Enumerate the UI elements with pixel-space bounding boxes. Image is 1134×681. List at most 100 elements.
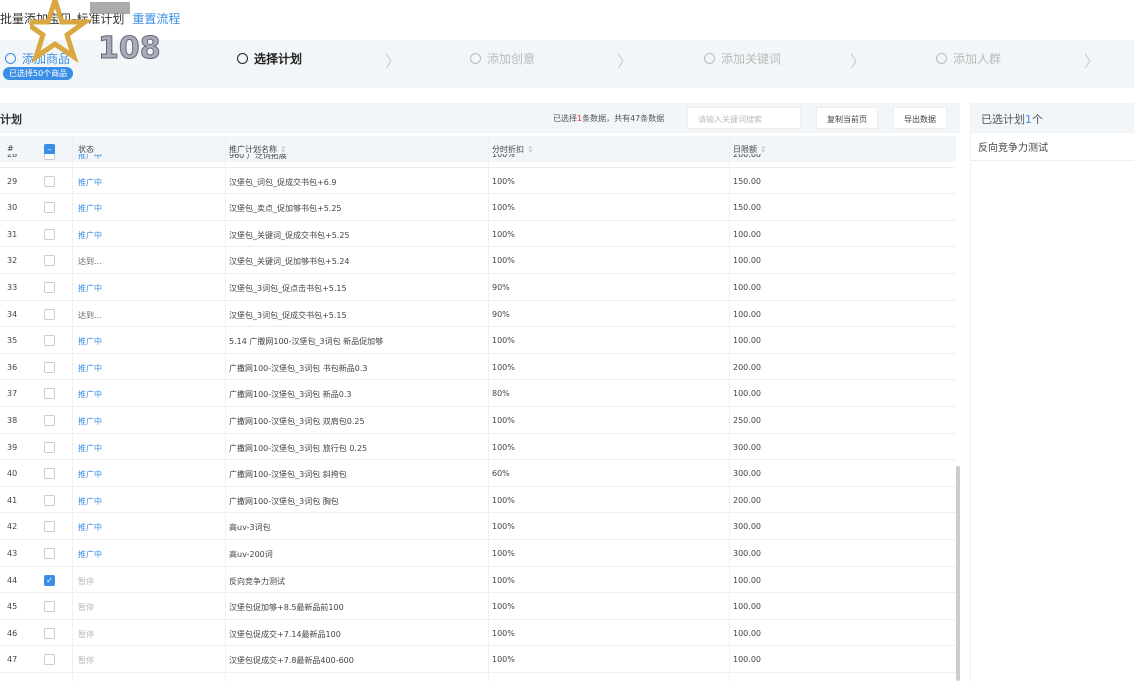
table-row[interactable]: 34 达到... 汉堡包_3词包_促成交书包+5.15 90% 100.00 — [0, 301, 956, 328]
table-row[interactable]: 42 推广中 高uv-3词包 100% 300.00 — [0, 513, 956, 540]
chevron-right-icon: 〉 — [385, 52, 402, 71]
row-discount: 100% — [492, 416, 515, 425]
table-row[interactable]: 44 ✓ 暂停 反向竞争力测试 100% 100.00 — [0, 567, 956, 594]
sort-icon[interactable]: ⇕ — [280, 145, 287, 154]
row-status: 推广中 — [78, 523, 102, 533]
row-checkbox[interactable] — [44, 335, 55, 347]
table-row[interactable]: 36 推广中 广撒网100-汉堡包_3词包 书包新品0.3 100% 200.00 — [0, 354, 956, 381]
table-row[interactable]: 32 达到... 汉堡包_关键词_促加够书包+5.24 100% 100.00 — [0, 247, 956, 274]
row-status: 推广中 — [78, 496, 102, 506]
copy-current-page-button[interactable]: 复制当前页 — [816, 107, 878, 129]
row-plan-name: 汉堡包_卖点_促加够书包+5.25 — [229, 204, 342, 214]
row-checkbox[interactable] — [44, 627, 55, 639]
table-row[interactable]: 31 推广中 汉堡包_关键词_促成交书包+5.25 100% 100.00 — [0, 221, 956, 248]
table-row[interactable]: 28 推广中 960 广泛词拓展 100% 200.00 — [0, 154, 956, 168]
row-status: 推广中 — [78, 550, 102, 559]
row-budget: 200.00 — [733, 362, 761, 372]
row-checkbox[interactable] — [44, 441, 55, 453]
export-data-button[interactable]: 导出数据 — [893, 107, 947, 129]
row-checkbox[interactable] — [44, 521, 55, 533]
row-index: 31 — [7, 229, 18, 239]
row-checkbox[interactable] — [44, 601, 55, 613]
row-budget: 300.00 — [733, 442, 761, 452]
row-checkbox[interactable] — [44, 282, 55, 293]
row-checkbox[interactable] — [44, 548, 55, 559]
row-checkbox[interactable] — [44, 415, 55, 426]
table-row[interactable]: 40 推广中 广撒网100-汉堡包_3词包 斜挎包 60% 300.00 — [0, 460, 956, 487]
circle-icon — [470, 53, 481, 64]
table-row[interactable]: 39 推广中 广撒网100-汉堡包_3词包 旅行包 0.25 100% 300.00 — [0, 434, 956, 461]
row-status: 推广中 — [78, 177, 102, 187]
row-checkbox[interactable] — [44, 175, 55, 187]
row-plan-name: 汉堡包_词包_促成交书包+6.9 — [229, 177, 337, 187]
row-index: 36 — [7, 362, 18, 372]
table-scrollbar[interactable] — [956, 466, 960, 681]
row-budget: 100.00 — [733, 628, 761, 638]
sort-icon[interactable]: ⇕ — [760, 145, 767, 154]
row-checkbox[interactable] — [44, 255, 55, 267]
row-plan-name: 汉堡包促加够+8.5最新品前100 — [229, 603, 344, 613]
row-status: 推广中 — [78, 204, 102, 214]
row-plan-name: 高uv-200词 — [229, 550, 273, 559]
table-row[interactable]: 29 推广中 汉堡包_词包_促成交书包+6.9 100% 150.00 — [0, 168, 956, 195]
row-discount: 100% — [492, 628, 515, 638]
plan-panel-header: 计划 已选择1条数据，共有47条数据 请输入关键词搜索 复制当前页 导出数据 — [0, 103, 960, 133]
row-checkbox[interactable] — [44, 361, 55, 373]
keyword-search-input[interactable]: 请输入关键词搜索 — [687, 107, 801, 129]
step-label: 添加创意 — [487, 52, 536, 66]
row-index: 39 — [7, 442, 18, 452]
row-index: 44 — [7, 575, 18, 585]
step-3[interactable]: 添加创意 — [470, 50, 535, 67]
selected-plan-item[interactable]: 反向竞争力测试 — [971, 133, 1134, 161]
row-checkbox[interactable] — [44, 494, 55, 506]
table-row[interactable]: 35 推广中 5.14 广撒网100-汉堡包_3词包 新品促加够 100% 100.00 — [0, 327, 956, 354]
selected-plans-panel: 已选计划1个 反向竞争力测试 — [970, 103, 1134, 681]
row-checkbox[interactable]: ✓ — [44, 574, 55, 586]
table-row[interactable]: 30 推广中 汉堡包_卖点_促加够书包+5.25 100% 150.00 — [0, 194, 956, 221]
selected-products-badge: 已选择50个商品 — [3, 67, 74, 80]
circle-icon — [936, 53, 947, 64]
table-row[interactable]: 33 推广中 汉堡包_3词包_促点击书包+5.15 90% 100.00 — [0, 274, 956, 301]
row-budget: 150.00 — [733, 203, 761, 213]
row-discount: 100% — [492, 655, 515, 665]
row-plan-name: 5.14 广撒网100-汉堡包_3词包 新品促加够 — [229, 337, 384, 347]
row-budget: 300.00 — [733, 549, 761, 558]
table-row[interactable]: 46 暂停 汉堡包促成交+7.14最新品100 100% 100.00 — [0, 620, 956, 647]
row-discount: 100% — [492, 362, 515, 372]
row-plan-name: 广撒网100-汉堡包_3词包 旅行包 0.25 — [229, 443, 368, 453]
column-divider — [225, 136, 226, 681]
step-label: 添加人群 — [953, 52, 1002, 66]
row-index: 40 — [7, 469, 18, 479]
row-checkbox[interactable] — [44, 202, 55, 214]
step-4[interactable]: 添加关键词 — [704, 50, 781, 67]
row-checkbox[interactable] — [44, 308, 55, 320]
row-index: 29 — [7, 176, 18, 186]
row-checkbox[interactable] — [44, 468, 55, 480]
sort-icon[interactable]: ⇕ — [527, 145, 534, 154]
table-row[interactable]: 43 推广中 高uv-200词 100% 300.00 — [0, 540, 956, 567]
row-plan-name: 广撒网100-汉堡包_3词包 书包新品0.3 — [229, 363, 368, 373]
table-row[interactable]: 47 暂停 汉堡包促成交+7.8最新品400-600 100% 100.00 — [0, 646, 956, 673]
row-status: 暂停 — [78, 656, 94, 666]
row-checkbox[interactable] — [44, 154, 55, 160]
table-row[interactable]: 37 推广中 广撒网100-汉堡包_3词包 新品0.3 80% 100.00 — [0, 380, 956, 407]
row-checkbox[interactable] — [44, 388, 55, 400]
row-budget: 200.00 — [733, 154, 761, 159]
step-2[interactable]: 选择计划 — [237, 50, 302, 67]
row-discount: 100% — [492, 256, 515, 266]
row-plan-name: 反向竞争力测试 — [229, 576, 285, 586]
column-divider — [729, 136, 730, 681]
row-checkbox[interactable] — [44, 228, 55, 240]
table-row[interactable]: 38 推广中 广撒网100-汉堡包_3词包 双肩包0.25 100% 250.00 — [0, 407, 956, 434]
row-discount: 90% — [492, 309, 510, 319]
table-row[interactable]: 41 推广中 广撒网100-汉堡包_3词包 胸包 100% 200.00 — [0, 487, 956, 514]
row-plan-name: 汉堡包_3词包_促点击书包+5.15 — [229, 284, 347, 293]
chevron-right-icon: 〉 — [850, 52, 867, 71]
step-5[interactable]: 添加人群 — [936, 50, 1001, 67]
row-checkbox[interactable] — [44, 654, 55, 666]
column-divider — [488, 136, 489, 681]
row-plan-name: 960 广泛词拓展 — [229, 154, 287, 160]
chevron-right-icon: 〉 — [617, 52, 634, 71]
table-row[interactable]: 45 暂停 汉堡包促加够+8.5最新品前100 100% 100.00 — [0, 593, 956, 620]
row-discount: 100% — [492, 154, 515, 159]
